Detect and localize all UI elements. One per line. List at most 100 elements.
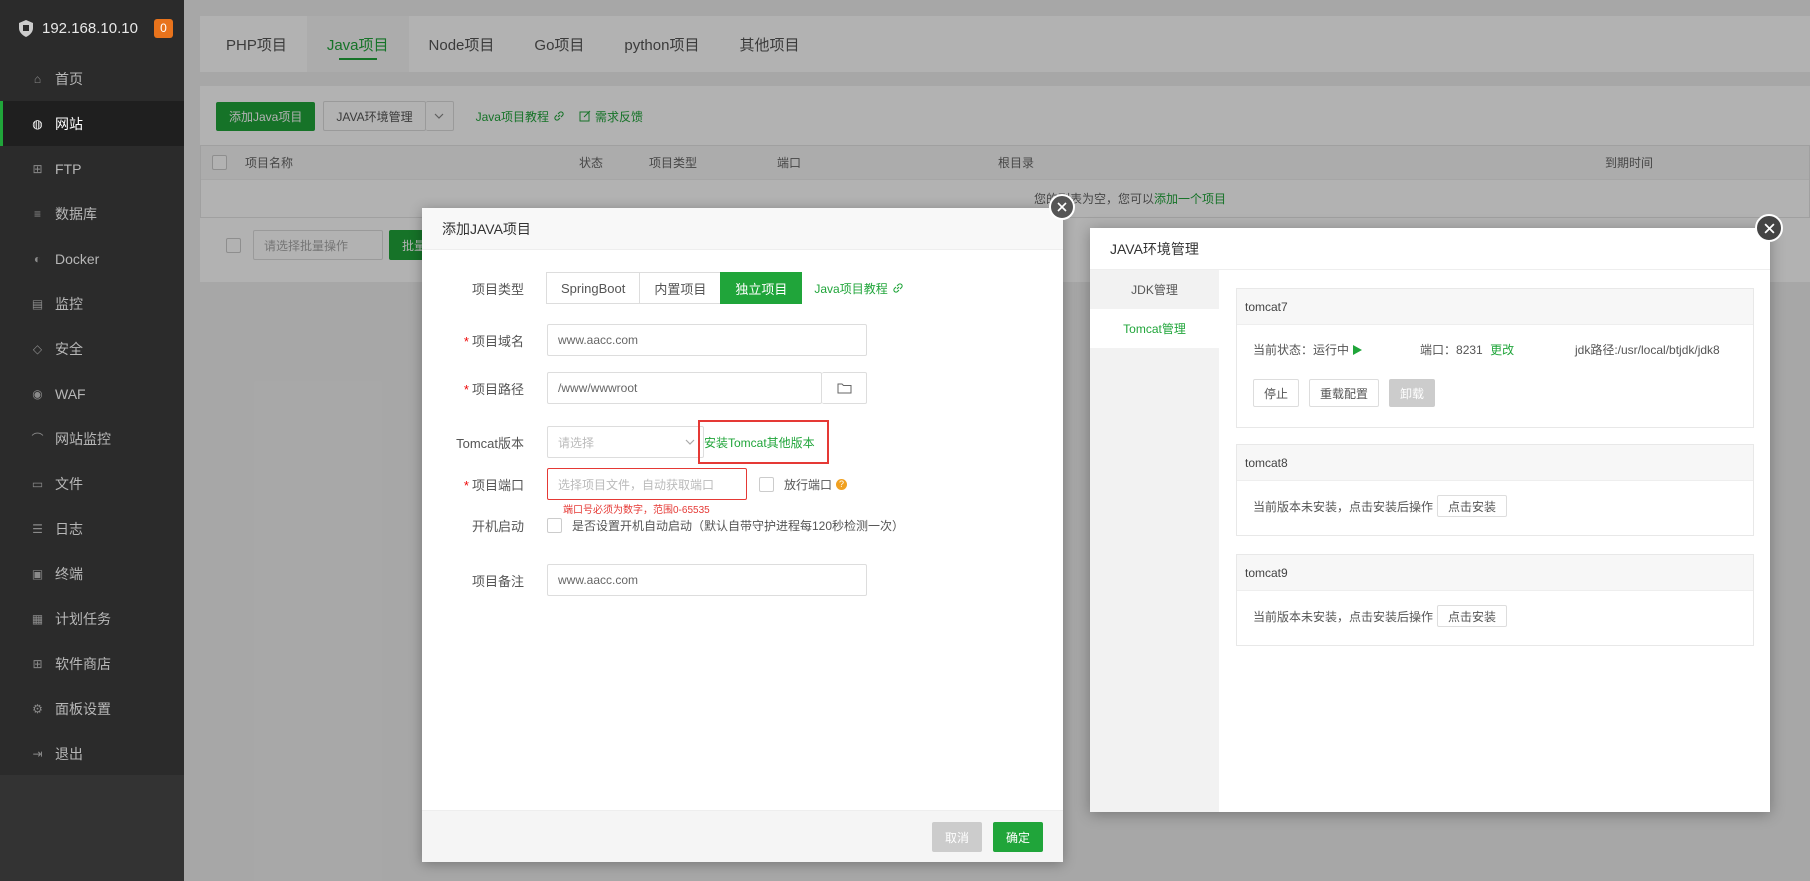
status-value: 运行中 [1313, 343, 1350, 357]
reload-config-button[interactable]: 重载配置 [1309, 379, 1380, 407]
sidebar-item-14[interactable]: ⚙ 面板设置 [0, 686, 184, 731]
port-input[interactable]: 选择项目文件，自动获取端口 [547, 468, 747, 500]
sidebar-item-9[interactable]: ▭ 文件 [0, 461, 184, 506]
sidebar-item-label: 网站 [55, 115, 83, 132]
tomcat8-card: tomcat8 当前版本未安装，点击安装后操作 点击安装 [1236, 444, 1754, 536]
port-value: 8231 [1456, 343, 1483, 357]
sidebar: 192.168.10.10 0 ⌂ 首页 ◍ 网站 ⊞ FTP ≡ 数据库 ◐ Docker ▤ 监控… [0, 0, 184, 881]
sidebar-item-6[interactable]: ◇ 安全 [0, 326, 184, 371]
dialog-tutorial-label: Java项目教程 [814, 281, 888, 296]
remark-input[interactable]: www.aacc.com [547, 564, 867, 596]
folder-icon: ▭ [31, 476, 44, 491]
dialog-tutorial-link[interactable]: Java项目教程 [814, 280, 903, 297]
tomcat7-status: 当前状态： 运行中 [1253, 341, 1363, 358]
tomcat9-card: tomcat9 当前版本未安装，点击安装后操作 点击安装 [1236, 554, 1754, 646]
domain-label: * 项目域名 [463, 333, 524, 349]
jdk-path: jdk路径:/usr/local/btjdk/jdk8 [1575, 343, 1720, 357]
autostart-label: 开机启动 [471, 519, 524, 534]
sidebar-item-4[interactable]: ◐ Docker [0, 236, 184, 281]
java-env-dialog: JAVA环境管理 JDK管理 Tomcat管理 tomcat7 当前状态： 运行… [1090, 228, 1770, 812]
monitor-icon: ▤ [31, 296, 44, 311]
sidebar-item-label: 网站监控 [55, 430, 111, 447]
docker-icon: ◐ [33, 251, 42, 266]
globe-icon: ◍ [32, 116, 43, 131]
notification-badge[interactable]: 0 [153, 18, 173, 38]
install-tomcat-link[interactable]: 安装Tomcat其他版本 [704, 434, 815, 451]
calendar-icon: ▦ [31, 611, 44, 626]
close-icon [1763, 222, 1775, 234]
add-java-dialog: 添加JAVA项目 项目类型 SpringBoot 内置项目 独立项目 Java项… [422, 208, 1063, 862]
install-tomcat9-button[interactable]: 点击安装 [1437, 605, 1508, 627]
chevron-down-icon [685, 439, 695, 445]
java-env-dialog-title: JAVA环境管理 [1090, 228, 1770, 270]
add-java-dialog-title: 添加JAVA项目 [422, 208, 1063, 250]
cancel-button[interactable]: 取消 [932, 822, 983, 852]
change-port-link[interactable]: 更改 [1490, 343, 1514, 357]
chart-icon: ⌒ [31, 432, 44, 446]
install-tomcat-highlight: 安装Tomcat其他版本 [698, 420, 829, 464]
tab-jdk[interactable]: JDK管理 [1090, 270, 1219, 309]
tab-tomcat[interactable]: Tomcat管理 [1090, 309, 1219, 348]
sidebar-item-label: 文件 [55, 475, 83, 492]
sidebar-item-label: 软件商店 [55, 655, 111, 672]
tomcat9-title: tomcat9 [1237, 555, 1753, 591]
path-input[interactable]: /www/wwwroot [547, 372, 822, 404]
sidebar-item-11[interactable]: ▣ 终端 [0, 551, 184, 596]
sidebar-item-13[interactable]: ⊞ 软件商店 [0, 641, 184, 686]
sidebar-item-5[interactable]: ▤ 监控 [0, 281, 184, 326]
autostart-checkbox[interactable] [547, 518, 562, 533]
sidebar-item-3[interactable]: ≡ 数据库 [0, 191, 184, 236]
close-env-dialog-button[interactable] [1755, 214, 1783, 242]
sidebar-item-10[interactable]: ☰ 日志 [0, 506, 184, 551]
sidebar-item-8[interactable]: ⌒ 网站监控 [0, 416, 184, 461]
tomcat-placeholder: 请选择 [558, 435, 595, 450]
sidebar-item-1[interactable]: ◍ 网站 [0, 101, 184, 146]
sidebar-item-label: 首页 [55, 70, 83, 87]
play-icon [1353, 344, 1363, 355]
sidebar-item-label: FTP [55, 160, 82, 177]
release-port-checkbox[interactable] [759, 476, 774, 492]
type-label: 项目类型 [471, 281, 524, 297]
settings-icon: ⚙ [32, 701, 43, 716]
uninstall-button[interactable]: 卸载 [1389, 379, 1436, 407]
host-ip: 192.168.10.10 [42, 19, 138, 37]
terminal-icon: ▣ [31, 566, 44, 581]
remark-label: 项目备注 [471, 573, 524, 589]
grid-icon: ⊞ [32, 656, 43, 671]
tomcat-label: Tomcat版本 [456, 435, 524, 451]
tomcat7-card: tomcat7 当前状态： 运行中 端口：8231 更改 jdk路径:/usr/… [1236, 288, 1754, 428]
sidebar-host: 192.168.10.10 0 [0, 0, 184, 56]
folder-button[interactable] [822, 372, 867, 404]
help-icon[interactable]: ? [836, 478, 848, 490]
env-side-tabs: JDK管理 Tomcat管理 [1090, 270, 1219, 812]
tomcat-select[interactable]: 请选择 [547, 426, 704, 458]
stop-button[interactable]: 停止 [1253, 379, 1300, 407]
close-add-dialog-button[interactable] [1049, 194, 1075, 220]
type-springboot[interactable]: SpringBoot [546, 272, 641, 304]
sidebar-footer [0, 775, 184, 881]
port-label: * 项目端口 [463, 477, 524, 493]
port-label-text: 端口： [1420, 343, 1457, 357]
sidebar-item-label: 安全 [55, 340, 83, 357]
sidebar-item-label: 面板设置 [55, 700, 111, 717]
install-tomcat8-button[interactable]: 点击安装 [1437, 495, 1508, 517]
sidebar-item-12[interactable]: ▦ 计划任务 [0, 596, 184, 641]
shield-icon: ◇ [32, 341, 43, 356]
sidebar-item-2[interactable]: ⊞ FTP [0, 146, 184, 191]
domain-input[interactable]: www.aacc.com [547, 324, 867, 356]
folder-icon [837, 383, 851, 394]
tomcat9-text: 当前版本未安装，点击安装后操作 [1253, 609, 1434, 624]
release-port-label: 放行端口 [784, 477, 833, 492]
sidebar-item-label: 数据库 [55, 205, 97, 222]
sidebar-item-15[interactable]: ⇥ 退出 [0, 731, 184, 776]
log-icon: ☰ [32, 521, 43, 536]
sidebar-item-7[interactable]: ◉ WAF [0, 371, 184, 416]
sidebar-item-label: WAF [55, 385, 86, 402]
type-builtin[interactable]: 内置项目 [639, 272, 722, 304]
sidebar-item-0[interactable]: ⌂ 首页 [0, 56, 184, 101]
sidebar-item-label: 监控 [55, 295, 83, 312]
type-standalone[interactable]: 独立项目 [720, 272, 803, 304]
confirm-button[interactable]: 确定 [993, 822, 1044, 852]
database-icon: ≡ [33, 206, 41, 221]
logo-icon [19, 19, 33, 37]
